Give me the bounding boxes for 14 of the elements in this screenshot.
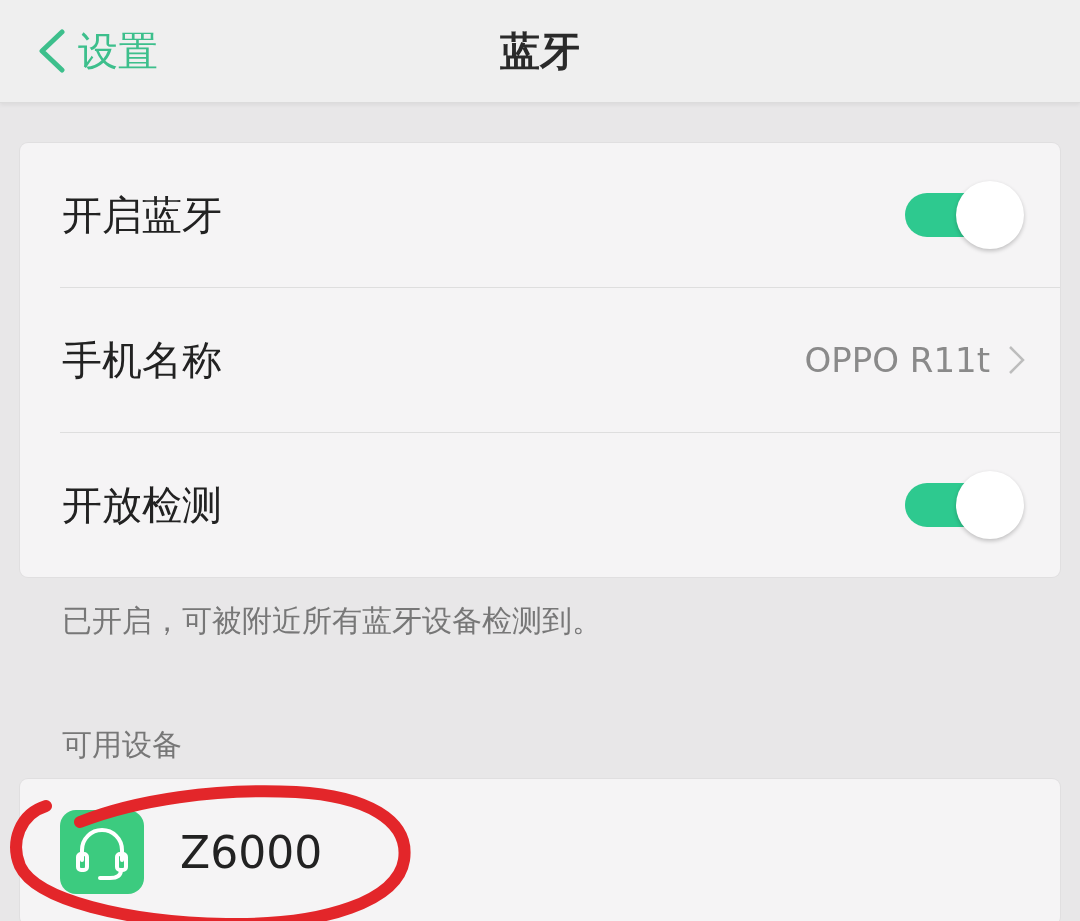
chevron-right-icon <box>1008 345 1025 375</box>
setting-label: 手机名称 <box>62 335 222 385</box>
setting-value: OPPO R11t <box>804 340 990 380</box>
chevron-left-icon <box>36 29 66 73</box>
back-button[interactable]: 设置 <box>36 23 158 79</box>
device-name: Z6000 <box>180 826 323 878</box>
toggle-switch[interactable] <box>905 470 1025 540</box>
toggle-switch[interactable] <box>905 180 1025 250</box>
headset-icon <box>60 810 144 894</box>
setting-label: 开启蓝牙 <box>62 190 222 240</box>
setting-label: 开放检测 <box>62 480 222 530</box>
page-title: 蓝牙 <box>500 26 580 76</box>
caption-text: 已开启，可被附近所有蓝牙设备检测到。 <box>62 602 603 640</box>
section-title: 可用设备 <box>62 726 183 764</box>
